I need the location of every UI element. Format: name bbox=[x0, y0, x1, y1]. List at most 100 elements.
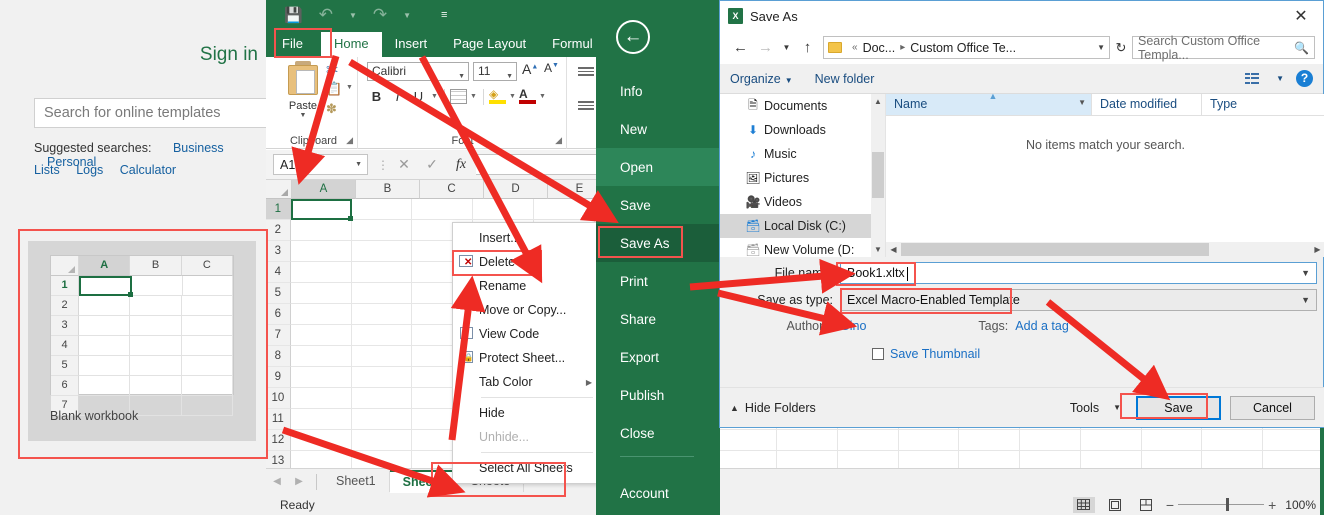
grid-cell[interactable] bbox=[776, 430, 838, 451]
font-dialog-launcher-icon[interactable]: ◢ bbox=[555, 135, 562, 146]
paste-dropdown-icon[interactable]: ▼ bbox=[280, 112, 326, 119]
row-header-12[interactable]: 12 bbox=[266, 430, 291, 451]
tools-button[interactable]: Tools ▼ bbox=[1070, 401, 1121, 415]
context-menu-item-move-or-copy[interactable]: Move or Copy... bbox=[453, 298, 599, 322]
zoom-level-label[interactable]: 100% bbox=[1285, 498, 1316, 512]
row-header-6[interactable]: 6 bbox=[266, 304, 291, 325]
row-header-11[interactable]: 11 bbox=[266, 409, 291, 430]
undo-dropdown-icon[interactable]: ▼ bbox=[349, 11, 357, 20]
customize-qat-icon[interactable]: ≡ bbox=[441, 9, 447, 21]
scissors-icon[interactable]: ✂ bbox=[326, 61, 339, 79]
suggested-search-business[interactable]: Business bbox=[173, 141, 224, 155]
context-menu-item-hide[interactable]: Hide bbox=[453, 401, 599, 425]
row-header-1[interactable]: 1 bbox=[266, 199, 291, 220]
sheet-tab-sheet2[interactable]: Sheet2 bbox=[389, 470, 458, 493]
backstage-item-account[interactable]: Account bbox=[596, 474, 720, 512]
backstage-item-open[interactable]: Open bbox=[596, 148, 720, 186]
borders-dropdown-icon[interactable]: ▼ bbox=[469, 93, 478, 100]
hide-folders-button[interactable]: ▲ Hide Folders bbox=[730, 401, 816, 415]
grid-cell[interactable] bbox=[351, 367, 413, 388]
context-menu-item-delete[interactable]: Delete bbox=[453, 250, 599, 274]
grid-cell[interactable] bbox=[351, 241, 413, 262]
underline-button[interactable]: U bbox=[409, 87, 428, 106]
grid-cell[interactable] bbox=[351, 346, 413, 367]
zoom-slider[interactable]: − + bbox=[1166, 497, 1276, 513]
grid-cell[interactable] bbox=[777, 451, 838, 468]
context-menu-item-tab-color[interactable]: Tab Color ▶ bbox=[453, 370, 599, 394]
context-menu-item-view-code[interactable]: View Code bbox=[453, 322, 599, 346]
organize-button[interactable]: Organize ▼ bbox=[730, 72, 793, 86]
row-header-10[interactable]: 10 bbox=[266, 388, 291, 409]
column-header-date-modified[interactable]: Date modified bbox=[1092, 94, 1202, 115]
grid-cell[interactable] bbox=[290, 304, 352, 325]
grid-cell[interactable] bbox=[412, 199, 474, 220]
tab-page-layout[interactable]: Page Layout bbox=[440, 32, 539, 57]
bold-button[interactable]: B bbox=[367, 87, 386, 106]
nav-item-downloads[interactable]: ⬇ Downloads bbox=[720, 118, 885, 142]
close-icon[interactable]: ✕ bbox=[1279, 1, 1323, 31]
view-options-icon[interactable] bbox=[1245, 72, 1260, 85]
file-name-dropdown-icon[interactable]: ▼ bbox=[1301, 268, 1310, 278]
row-header-2[interactable]: 2 bbox=[266, 220, 291, 241]
copy-icon[interactable]: 📋 bbox=[326, 81, 342, 97]
grid-cell[interactable] bbox=[1020, 430, 1081, 451]
grid-cell[interactable] bbox=[533, 199, 595, 220]
zoom-in-button[interactable]: + bbox=[1268, 497, 1276, 513]
suggested-search-lists[interactable]: Lists bbox=[34, 163, 60, 177]
grid-cell[interactable] bbox=[352, 451, 413, 468]
grid-cell[interactable] bbox=[1202, 451, 1264, 468]
back-icon[interactable]: ← bbox=[728, 39, 753, 56]
page-break-preview-icon[interactable] bbox=[1135, 497, 1157, 513]
context-menu-item-protect-sheet[interactable]: Protect Sheet... bbox=[453, 346, 599, 370]
grid-cell[interactable] bbox=[899, 451, 960, 468]
grid-cell[interactable] bbox=[1141, 430, 1203, 451]
context-menu-item-select-all-sheets[interactable]: Select All Sheets bbox=[453, 456, 599, 480]
save-as-type-dropdown-icon[interactable]: ▼ bbox=[1301, 295, 1310, 305]
zoom-out-button[interactable]: − bbox=[1166, 497, 1174, 513]
decrease-font-size-icon[interactable]: A▼ bbox=[544, 61, 559, 75]
grid-cell[interactable] bbox=[351, 199, 413, 220]
next-sheet-icon[interactable]: ▶ bbox=[288, 476, 310, 487]
recent-locations-icon[interactable]: ▼ bbox=[778, 43, 795, 52]
suggested-search-logs[interactable]: Logs bbox=[76, 163, 103, 177]
save-button[interactable]: Save bbox=[1136, 395, 1221, 420]
back-arrow-icon[interactable]: ← bbox=[616, 20, 650, 54]
backstage-item-print[interactable]: Print bbox=[596, 262, 720, 300]
grid-cell[interactable] bbox=[290, 430, 352, 451]
scroll-right-icon[interactable]: ▶ bbox=[1310, 245, 1324, 254]
suggested-search-calculator[interactable]: Calculator bbox=[120, 163, 176, 177]
grid-cell[interactable] bbox=[290, 325, 352, 346]
row-header-13[interactable]: 13 bbox=[266, 451, 291, 468]
font-color-icon[interactable]: A bbox=[519, 88, 536, 104]
save-as-type-select[interactable]: Excel Macro-Enabled Template ▼ bbox=[840, 288, 1317, 311]
clipboard-dialog-launcher-icon[interactable]: ◢ bbox=[346, 135, 353, 146]
row-header-9[interactable]: 9 bbox=[266, 367, 291, 388]
grid-cell[interactable] bbox=[1081, 451, 1142, 468]
nav-scrollbar-thumb[interactable] bbox=[872, 152, 884, 198]
normal-view-icon[interactable] bbox=[1072, 496, 1095, 513]
fx-icon[interactable]: fx bbox=[446, 157, 476, 173]
save-thumbnail-checkbox[interactable] bbox=[872, 348, 884, 360]
backstage-item-save-as[interactable]: Save As bbox=[596, 224, 720, 262]
address-bar[interactable]: « Doc... ▸ Custom Office Te... ▼ bbox=[823, 36, 1110, 59]
hscroll-thumb[interactable] bbox=[901, 243, 1209, 256]
nav-item-documents[interactable]: 🗎 Documents bbox=[720, 94, 885, 118]
nav-item-music[interactable]: ♪ Music bbox=[720, 142, 885, 166]
name-box-dropdown-icon[interactable]: ▼ bbox=[355, 161, 362, 168]
zoom-slider-thumb[interactable] bbox=[1226, 498, 1230, 511]
fill-color-icon[interactable]: ◈ bbox=[489, 88, 506, 104]
grid-cell[interactable] bbox=[290, 283, 352, 304]
dialog-search-input[interactable]: Search Custom Office Templa... 🔍 bbox=[1132, 34, 1315, 62]
grid-cell[interactable] bbox=[716, 430, 777, 451]
up-one-level-icon[interactable]: ↑ bbox=[795, 39, 820, 56]
new-folder-button[interactable]: New folder bbox=[815, 72, 875, 86]
grid-cell[interactable] bbox=[1142, 451, 1203, 468]
add-a-tag-link[interactable]: Add a tag bbox=[1015, 319, 1069, 333]
format-painter-icon[interactable]: ✽ bbox=[326, 101, 337, 117]
context-menu-item-insert[interactable]: Insert... bbox=[453, 226, 599, 250]
cancel-icon[interactable]: ✕ bbox=[390, 156, 418, 173]
file-name-input[interactable]: Book1.xltx ▼ bbox=[840, 261, 1317, 284]
column-header-b[interactable]: B bbox=[356, 180, 420, 199]
backstage-item-export[interactable]: Export bbox=[596, 338, 720, 376]
font-size-input[interactable]: 11 ▼ bbox=[473, 62, 517, 81]
